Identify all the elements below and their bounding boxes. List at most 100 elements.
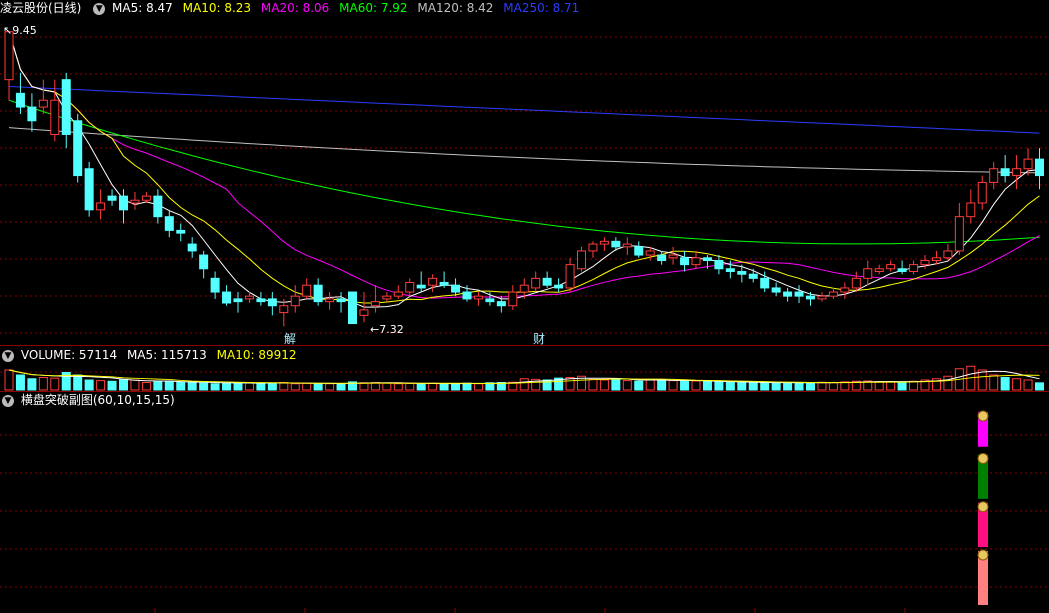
- indicator-settings-icon[interactable]: ▼: [2, 394, 14, 407]
- low-price-label: ←7.32: [370, 323, 404, 336]
- candle-body: [691, 257, 701, 266]
- volume-bar: [313, 383, 323, 391]
- volume-bar: [50, 377, 60, 391]
- volume-bar: [748, 382, 758, 391]
- volume-bar: [38, 377, 48, 391]
- candle-body: [267, 298, 277, 307]
- candle-body: [61, 79, 71, 135]
- candle-body: [27, 106, 37, 122]
- event-marker: 财: [533, 332, 545, 346]
- volume-bar: [828, 382, 838, 391]
- candle-body: [519, 284, 529, 293]
- volume-bar: [267, 382, 277, 391]
- volume-bar: [256, 383, 266, 391]
- candle-body: [851, 277, 861, 289]
- candle-body: [496, 301, 506, 307]
- candle-body: [1012, 168, 1022, 177]
- candle-body: [645, 250, 655, 256]
- candle-body: [634, 246, 644, 256]
- candle-body: [931, 257, 941, 262]
- candle-body: [4, 31, 14, 81]
- volume-panel-header: ▼ VOLUME: 57114 MA5: 115713 MA10: 89912: [0, 347, 303, 363]
- candle-body: [554, 284, 564, 289]
- volume-label: VOLUME: 57114: [20, 348, 118, 362]
- volume-ma5-line: [8, 369, 1040, 385]
- candle-body: [15, 92, 25, 108]
- volume-bar: [657, 379, 667, 391]
- kline-chart[interactable]: ↖9.45 ←7.32 解 财: [0, 0, 1049, 613]
- volume-bar: [886, 381, 896, 391]
- candle-body: [794, 291, 804, 297]
- volume-bar: [393, 383, 403, 391]
- volume-bar: [473, 383, 483, 391]
- volume-bar: [428, 382, 438, 391]
- panel-divider: [0, 345, 1049, 346]
- high-price-label: ↖9.45: [3, 24, 37, 37]
- volume-ma5-label: MA5: 115713: [126, 348, 207, 362]
- candle-body: [668, 254, 678, 259]
- volume-bar: [1023, 379, 1033, 391]
- volume-bar: [279, 382, 289, 391]
- ma5-line: [8, 31, 1040, 308]
- candle-body: [897, 268, 907, 272]
- volume-bar: [107, 380, 117, 391]
- candle-body: [771, 287, 781, 293]
- volume-bar: [405, 383, 415, 391]
- candle-body: [233, 298, 243, 303]
- candle-body: [611, 240, 621, 248]
- candle-body: [393, 291, 403, 297]
- candle-body: [989, 168, 999, 183]
- candle-body: [256, 298, 266, 303]
- candle-body: [141, 195, 151, 201]
- volume-bar: [989, 374, 999, 391]
- volume-bar: [164, 380, 174, 391]
- candle-body: [84, 168, 94, 211]
- candle-body: [187, 243, 197, 252]
- money-bag-icon: [977, 452, 989, 464]
- candle-body: [210, 277, 220, 293]
- volume-bar: [210, 383, 220, 391]
- volume-bar: [439, 383, 449, 391]
- candle-body: [725, 268, 735, 272]
- candle-body: [966, 202, 976, 218]
- candle-body: [96, 202, 106, 211]
- candle-body: [382, 295, 392, 300]
- candle-body: [874, 268, 884, 272]
- volume-bar: [416, 383, 426, 391]
- money-bag-icon: [977, 410, 989, 422]
- money-bag-icon: [977, 501, 989, 513]
- volume-bar: [96, 380, 106, 391]
- candle-body: [119, 195, 128, 211]
- volume-bar: [909, 380, 919, 391]
- volume-bar: [176, 382, 186, 391]
- candle-body: [542, 277, 552, 286]
- candle-body: [806, 295, 815, 300]
- candle-body: [428, 277, 438, 286]
- candle-body: [313, 284, 323, 303]
- volume-bar: [874, 381, 884, 391]
- volume-bar: [4, 369, 14, 391]
- candle-body: [954, 216, 964, 252]
- volume-bar: [187, 381, 197, 391]
- candle-body: [302, 284, 312, 297]
- candle-body: [840, 287, 850, 293]
- volume-bar: [622, 380, 632, 391]
- ma20-line: [8, 31, 1040, 299]
- candle-body: [279, 305, 289, 314]
- candle-body: [336, 298, 346, 303]
- candle-body: [588, 243, 598, 252]
- candle-body: [783, 291, 793, 297]
- volume-bar: [244, 382, 254, 391]
- candle-body: [451, 284, 461, 293]
- volume-bar: [897, 382, 907, 391]
- volume-settings-icon[interactable]: ▼: [2, 349, 14, 362]
- candle-body: [439, 281, 449, 286]
- volume-bar: [73, 374, 83, 391]
- candle-body: [1023, 158, 1033, 170]
- volume-bar: [725, 382, 735, 391]
- volume-bar: [302, 382, 312, 391]
- candle-body: [473, 295, 483, 300]
- candle-body: [73, 120, 83, 177]
- candle-body: [153, 195, 163, 218]
- ma60-line: [8, 99, 1040, 245]
